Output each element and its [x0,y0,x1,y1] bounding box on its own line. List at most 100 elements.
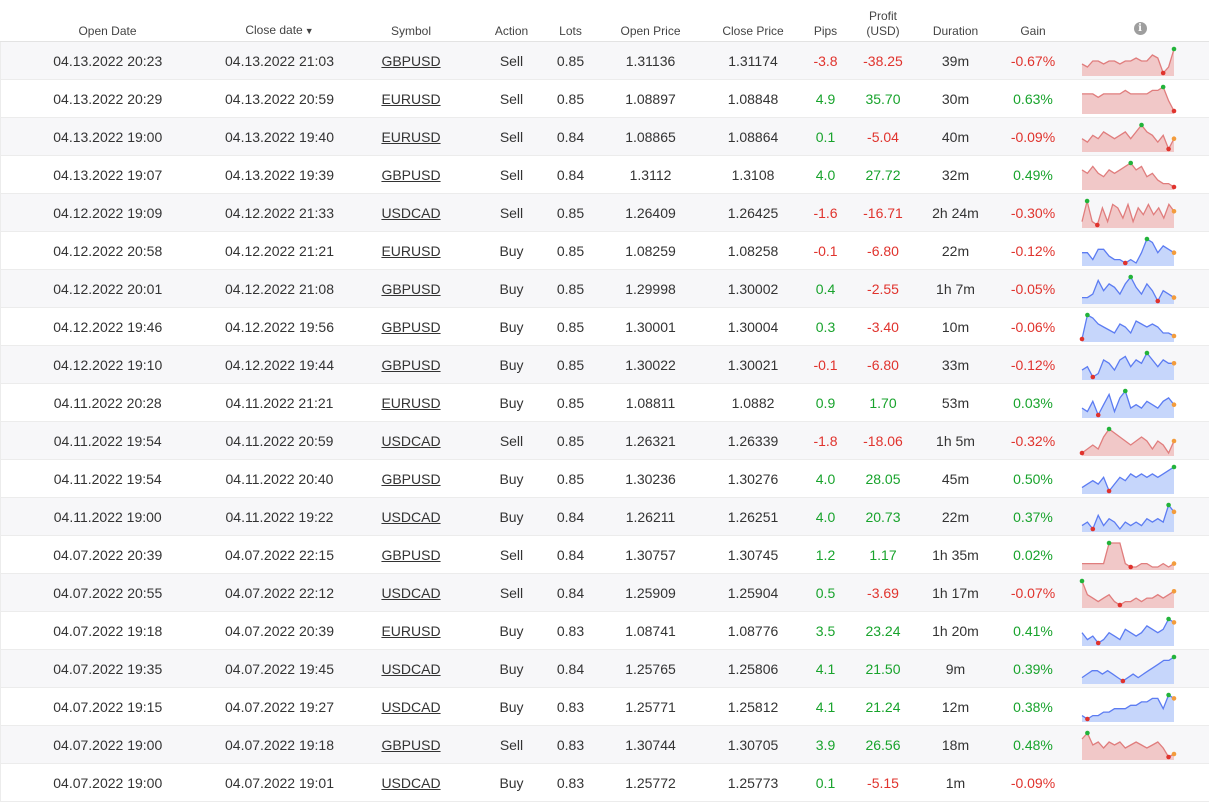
symbol-link[interactable]: USDCAD [381,585,440,601]
sparkline-area [1081,314,1174,342]
equity-sparkline-cell [1070,725,1209,764]
gain-cell: -0.07% [995,573,1071,612]
close-price-cell: 1.25773 [705,763,801,802]
symbol-link[interactable]: USDCAD [381,775,440,791]
symbol-cell: USDCAD [344,497,478,536]
table-row[interactable]: 04.11.2022 19:54 04.11.2022 20:59 USDCAD Se… [0,421,1209,460]
symbol-header[interactable]: Symbol [344,0,478,42]
table-row[interactable]: 04.12.2022 20:01 04.12.2022 21:08 GBPUSD Bu… [0,269,1209,308]
symbol-link[interactable]: GBPUSD [381,281,440,297]
symbol-link[interactable]: EURUSD [381,243,440,259]
symbol-cell: USDCAD [344,193,478,232]
gain-cell: 0.63% [995,79,1071,118]
symbol-cell: GBPUSD [344,269,478,308]
table-row[interactable]: 04.13.2022 19:07 04.13.2022 19:39 GBPUSD Se… [0,155,1209,194]
table-row[interactable]: 04.11.2022 20:28 04.11.2022 21:21 EURUSD Bu… [0,383,1209,422]
table-row[interactable]: 04.07.2022 20:55 04.07.2022 22:12 USDCAD Se… [0,573,1209,612]
sparkline-min-dot [1120,678,1125,683]
table-row[interactable]: 04.07.2022 19:35 04.07.2022 19:45 USDCAD Bu… [0,649,1209,688]
gain-cell: -0.09% [995,763,1071,802]
duration-header[interactable]: Duration [915,0,996,42]
sparkline-max-dot [1144,236,1149,241]
symbol-link[interactable]: EURUSD [381,129,440,145]
symbol-link[interactable]: USDCAD [381,205,440,221]
pips-header[interactable]: Pips [800,0,851,42]
open-price-cell: 1.08897 [595,79,706,118]
sparkline-min-dot [1094,222,1100,227]
close-date-cell: 04.13.2022 20:59 [214,79,345,118]
sparkline-min-dot [1165,146,1171,151]
symbol-cell: USDCAD [344,687,478,726]
table-row[interactable]: 04.13.2022 20:29 04.13.2022 20:59 EURUSD Se… [0,79,1209,118]
symbol-link[interactable]: GBPUSD [381,357,440,373]
symbol-link[interactable]: GBPUSD [381,737,440,753]
pips-cell: -0.1 [800,345,851,384]
duration-cell: 53m [915,383,996,422]
symbol-link[interactable]: USDCAD [381,661,440,677]
symbol-link[interactable]: GBPUSD [381,53,440,69]
close-price-header[interactable]: Close Price [705,0,801,42]
open-date-header[interactable]: Open Date [0,0,215,42]
table-row[interactable]: 04.07.2022 20:39 04.07.2022 22:15 GBPUSD Se… [0,535,1209,574]
action-cell: Buy [477,345,546,384]
symbol-link[interactable]: USDCAD [381,699,440,715]
close-date-cell: 04.12.2022 21:21 [214,231,345,270]
profit-cell: 27.72 [850,155,916,194]
symbol-link[interactable]: EURUSD [381,623,440,639]
info-header: i [1070,0,1209,42]
open-date-cell: 04.07.2022 20:39 [0,535,215,574]
close-date-cell: 04.07.2022 22:12 [214,573,345,612]
sparkline-max-dot [1165,502,1171,507]
table-row[interactable]: 04.12.2022 19:09 04.12.2022 21:33 USDCAD Se… [0,193,1209,232]
equity-sparkline-cell [1070,497,1209,536]
symbol-cell: USDCAD [344,649,478,688]
table-row[interactable]: 04.07.2022 19:00 04.07.2022 19:01 USDCAD Bu… [0,763,1209,802]
symbol-link[interactable]: USDCAD [381,509,440,525]
action-header[interactable]: Action [477,0,546,42]
symbol-link[interactable]: USDCAD [381,433,440,449]
close-date-cell: 04.11.2022 19:22 [214,497,345,536]
lots-header[interactable]: Lots [545,0,596,42]
gain-header[interactable]: Gain [995,0,1071,42]
lots-cell: 0.84 [545,117,596,156]
symbol-link[interactable]: GBPUSD [381,547,440,563]
action-cell: Sell [477,725,546,764]
symbol-link[interactable]: GBPUSD [381,471,440,487]
gain-cell: 0.50% [995,459,1071,498]
sparkline-line [1081,541,1174,568]
symbol-cell: GBPUSD [344,345,478,384]
profit-header[interactable]: Profit (USD) [850,0,916,42]
table-row[interactable]: 04.12.2022 20:58 04.12.2022 21:21 EURUSD Bu… [0,231,1209,270]
lots-cell: 0.85 [545,345,596,384]
table-row[interactable]: 04.07.2022 19:18 04.07.2022 20:39 EURUSD Bu… [0,611,1209,650]
close-date-header-label: Close date [245,23,303,37]
duration-cell: 30m [915,79,996,118]
close-price-cell: 1.25904 [705,573,801,612]
symbol-link[interactable]: EURUSD [381,395,440,411]
table-row[interactable]: 04.13.2022 19:00 04.13.2022 19:40 EURUSD Se… [0,117,1209,156]
open-date-cell: 04.13.2022 20:23 [0,41,215,80]
table-row[interactable]: 04.12.2022 19:10 04.12.2022 19:44 GBPUSD Bu… [0,345,1209,384]
sparkline-area [1081,580,1174,608]
symbol-link[interactable]: GBPUSD [381,167,440,183]
table-row[interactable]: 04.11.2022 19:54 04.11.2022 20:40 GBPUSD Bu… [0,459,1209,498]
info-icon[interactable]: i [1133,22,1147,35]
sparkline-max-dot [1106,540,1111,545]
sparkline-min-dot [1106,488,1111,493]
close-date-cell: 04.12.2022 19:44 [214,345,345,384]
table-row[interactable]: 04.13.2022 20:23 04.13.2022 21:03 GBPUSD Se… [0,41,1209,80]
duration-cell: 2h 24m [915,193,996,232]
open-price-header[interactable]: Open Price [595,0,706,42]
sparkline-last-dot [1171,438,1176,443]
table-row[interactable]: 04.12.2022 19:46 04.12.2022 19:56 GBPUSD Bu… [0,307,1209,346]
duration-cell: 18m [915,725,996,764]
symbol-link[interactable]: EURUSD [381,91,440,107]
table-row[interactable]: 04.07.2022 19:15 04.07.2022 19:27 USDCAD Bu… [0,687,1209,726]
open-date-cell: 04.11.2022 19:00 [0,497,215,536]
table-row[interactable]: 04.11.2022 19:00 04.11.2022 19:22 USDCAD Bu… [0,497,1209,536]
symbol-link[interactable]: GBPUSD [381,319,440,335]
profit-cell: 21.24 [850,687,916,726]
table-row[interactable]: 04.07.2022 19:00 04.07.2022 19:18 GBPUSD Se… [0,725,1209,764]
close-date-header[interactable]: Close date ▼ [214,0,345,42]
sparkline-area [1081,504,1174,532]
